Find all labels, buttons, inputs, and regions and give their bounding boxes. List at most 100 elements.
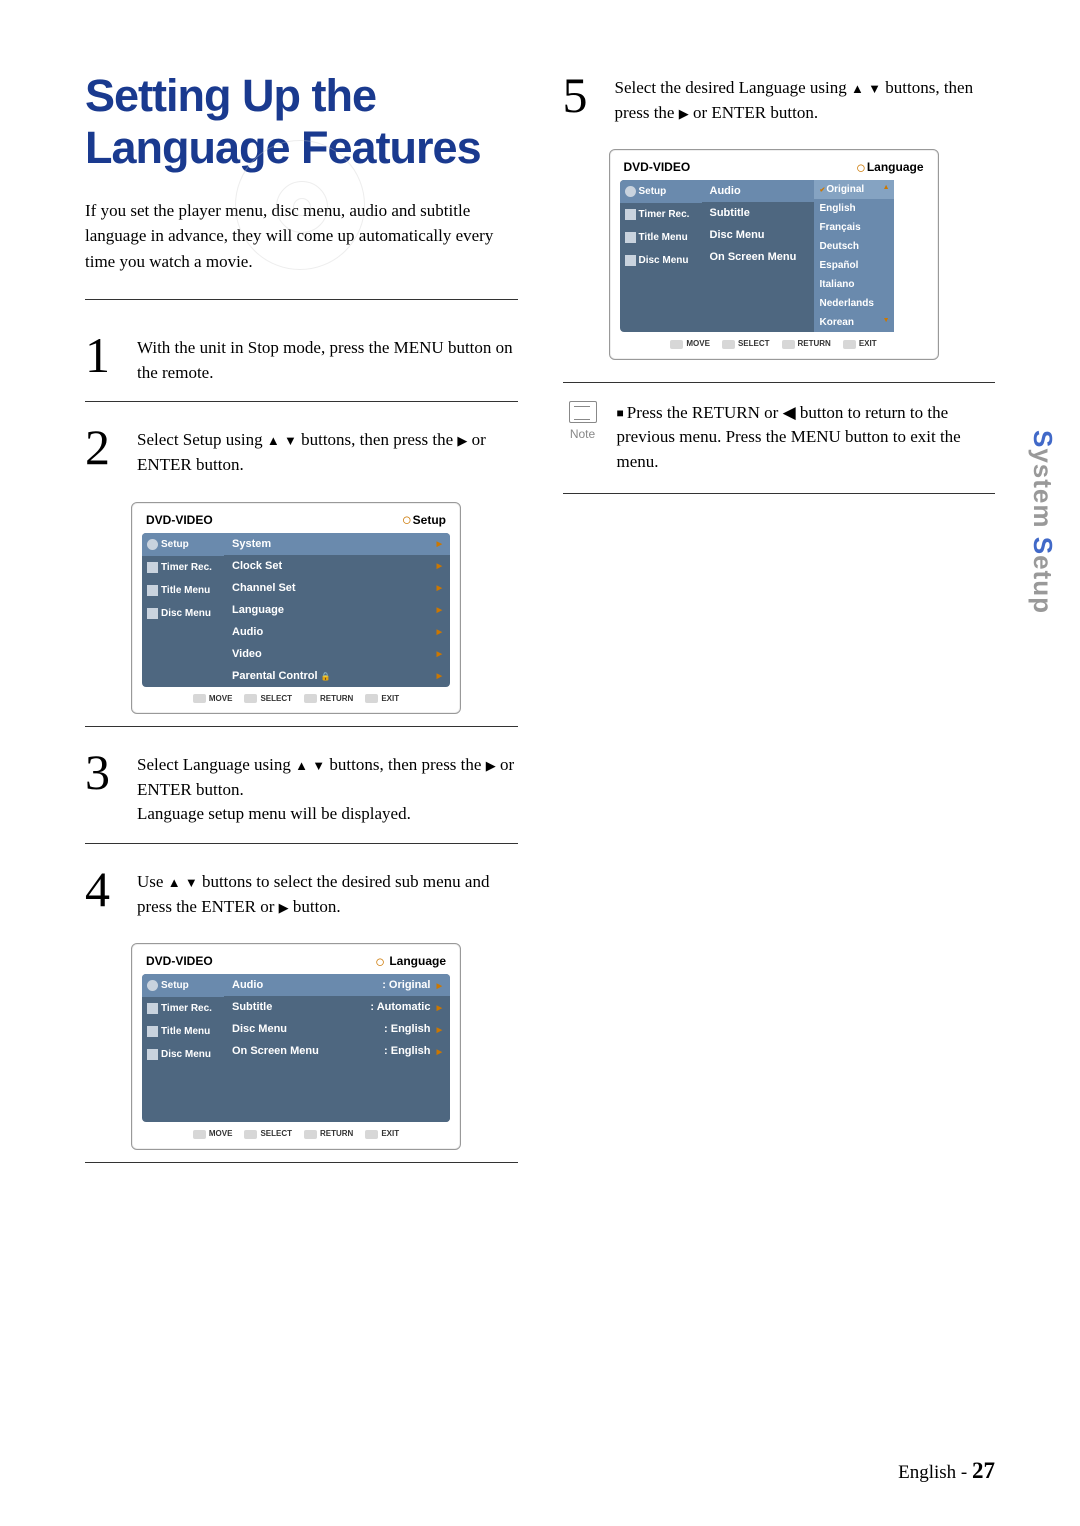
side-tab-s1: S [1028,430,1058,448]
lang-espanol: Español [814,256,894,275]
nav-timer-rec: Timer Rec. [142,556,224,579]
nav-timer-rec: Timer Rec. [142,997,224,1020]
disc-icon [625,255,636,266]
osd-header: DVD-VIDEO ◯ Language [142,954,450,974]
right-column: 5 Select the desired Language using butt… [563,70,996,1163]
move-key-icon [670,340,683,349]
osd-menu-list: System▶ Clock Set▶ Channel Set▶ Language… [224,533,450,687]
arrow-up-icon [267,430,280,449]
return-key-icon [304,1130,317,1139]
arrow-right-icon [279,897,289,916]
step-2: 2 Select Setup using buttons, then press… [85,402,518,489]
move-key-icon [193,1130,206,1139]
title-icon [147,585,158,596]
step-text: With the unit in Stop mode, press the ME… [137,334,518,385]
step-number: 3 [85,751,121,794]
select-key-icon [244,1130,257,1139]
osd-hint-bar: MOVE SELECT RETURN EXIT [142,687,450,703]
osd-title: DVD-VIDEO [624,160,691,174]
arrow-right-icon [486,755,496,774]
menu-disc-menu: Disc Menu [702,224,814,246]
osd-language-screenshot: DVD-VIDEO ◯ Language Setup Timer Rec. Ti… [131,943,461,1149]
step-number: 5 [563,74,599,117]
arrow-up-icon [295,755,308,774]
page-number: 27 [972,1458,995,1483]
nav-setup: Setup [142,974,224,997]
nav-setup: Setup [620,180,702,203]
osd-setup-screenshot: DVD-VIDEO ◯Setup Setup Timer Rec. Title … [131,502,461,714]
nav-title-menu: Title Menu [142,1020,224,1043]
arrow-down-icon [185,872,198,891]
nav-timer-rec: Timer Rec. [620,203,702,226]
lock-icon: 🔒 [321,672,331,681]
osd-body: Setup Timer Rec. Title Menu Disc Menu Sy… [142,533,450,687]
exit-key-icon [365,1130,378,1139]
step-5: 5 Select the desired Language using butt… [563,70,996,137]
menu-parental: Parental Control 🔒▶ [224,665,450,687]
side-tab-word1: ystem [1028,448,1058,536]
title-icon [147,1026,158,1037]
left-column: Setting Up the Language Features If you … [85,70,518,1163]
osd-title: DVD-VIDEO [146,513,213,527]
osd-hint-bar: MOVE SELECT RETURN EXIT [620,332,928,348]
exit-key-icon [843,340,856,349]
menu-osm: On Screen Menu [702,246,814,268]
osd-menu-list: Audio: Original ▶ Subtitle: Automatic ▶ … [224,974,450,1122]
nav-title-menu: Title Menu [620,226,702,249]
return-key-icon [782,340,795,349]
menu-language: Language▶ [224,599,450,621]
step-text: Select the desired Language using button… [615,74,996,125]
nav-title-menu: Title Menu [142,579,224,602]
side-tab-s2: S [1028,537,1058,555]
menu-osm: On Screen Menu: English ▶ [224,1040,450,1062]
nav-disc-menu: Disc Menu [142,602,224,625]
footer-language: English - [898,1462,972,1483]
arrow-down-icon [284,430,297,449]
menu-audio: Audio [702,180,814,202]
note-label-side: Note [563,401,603,475]
osd-language-options: ✔Original▲ English Français Deutsch Espa… [814,180,894,332]
osd-menu-list: Audio Subtitle Disc Menu On Screen Menu [702,180,814,332]
title-line-2: Language Features [85,122,481,173]
clock-icon [147,1003,158,1014]
move-key-icon [193,694,206,703]
clock-icon [625,209,636,220]
step-number: 4 [85,868,121,911]
osd-padding [702,298,814,328]
page-title: Setting Up the Language Features [85,70,518,174]
menu-audio: Audio▶ [224,621,450,643]
arrow-down-icon [868,78,881,97]
arrow-up-icon [168,872,181,891]
osd-breadcrumb: ◯Language [857,160,924,174]
side-tab-word2: etup [1028,555,1058,614]
return-key-icon [304,694,317,703]
two-column-layout: Setting Up the Language Features If you … [85,70,995,1163]
lang-italiano: Italiano [814,275,894,294]
step-number: 1 [85,334,121,377]
note-text: Press the RETURN or ◀ button to return t… [617,401,996,475]
osd-header: DVD-VIDEO ◯Setup [142,513,450,533]
step-text: Use buttons to select the desired sub me… [137,868,518,919]
osd-title: DVD-VIDEO [146,954,213,968]
osd-left-nav: Setup Timer Rec. Title Menu Disc Menu [142,974,224,1122]
osd-left-nav: Setup Timer Rec. Title Menu Disc Menu [142,533,224,687]
step-3: 3 Select Language using buttons, then pr… [85,727,518,844]
divider [85,1162,518,1163]
osd-left-nav: Setup Timer Rec. Title Menu Disc Menu [620,180,702,332]
step-1: 1 With the unit in Stop mode, press the … [85,310,518,402]
lang-nederlands: Nederlands [814,294,894,313]
menu-subtitle: Subtitle [702,202,814,224]
manual-page: Setting Up the Language Features If you … [0,0,1080,1526]
osd-header: DVD-VIDEO ◯Language [620,160,928,180]
note-block: Note Press the RETURN or ◀ button to ret… [563,382,996,494]
arrow-up-icon [851,78,864,97]
osd-padding [224,1062,450,1092]
menu-video: Video▶ [224,643,450,665]
nav-disc-menu: Disc Menu [620,249,702,272]
lang-deutsch: Deutsch [814,237,894,256]
gear-icon [625,186,636,197]
disc-icon [147,1049,158,1060]
lang-korean: Korean▼ [814,313,894,332]
menu-subtitle: Subtitle: Automatic ▶ [224,996,450,1018]
disc-icon [147,608,158,619]
